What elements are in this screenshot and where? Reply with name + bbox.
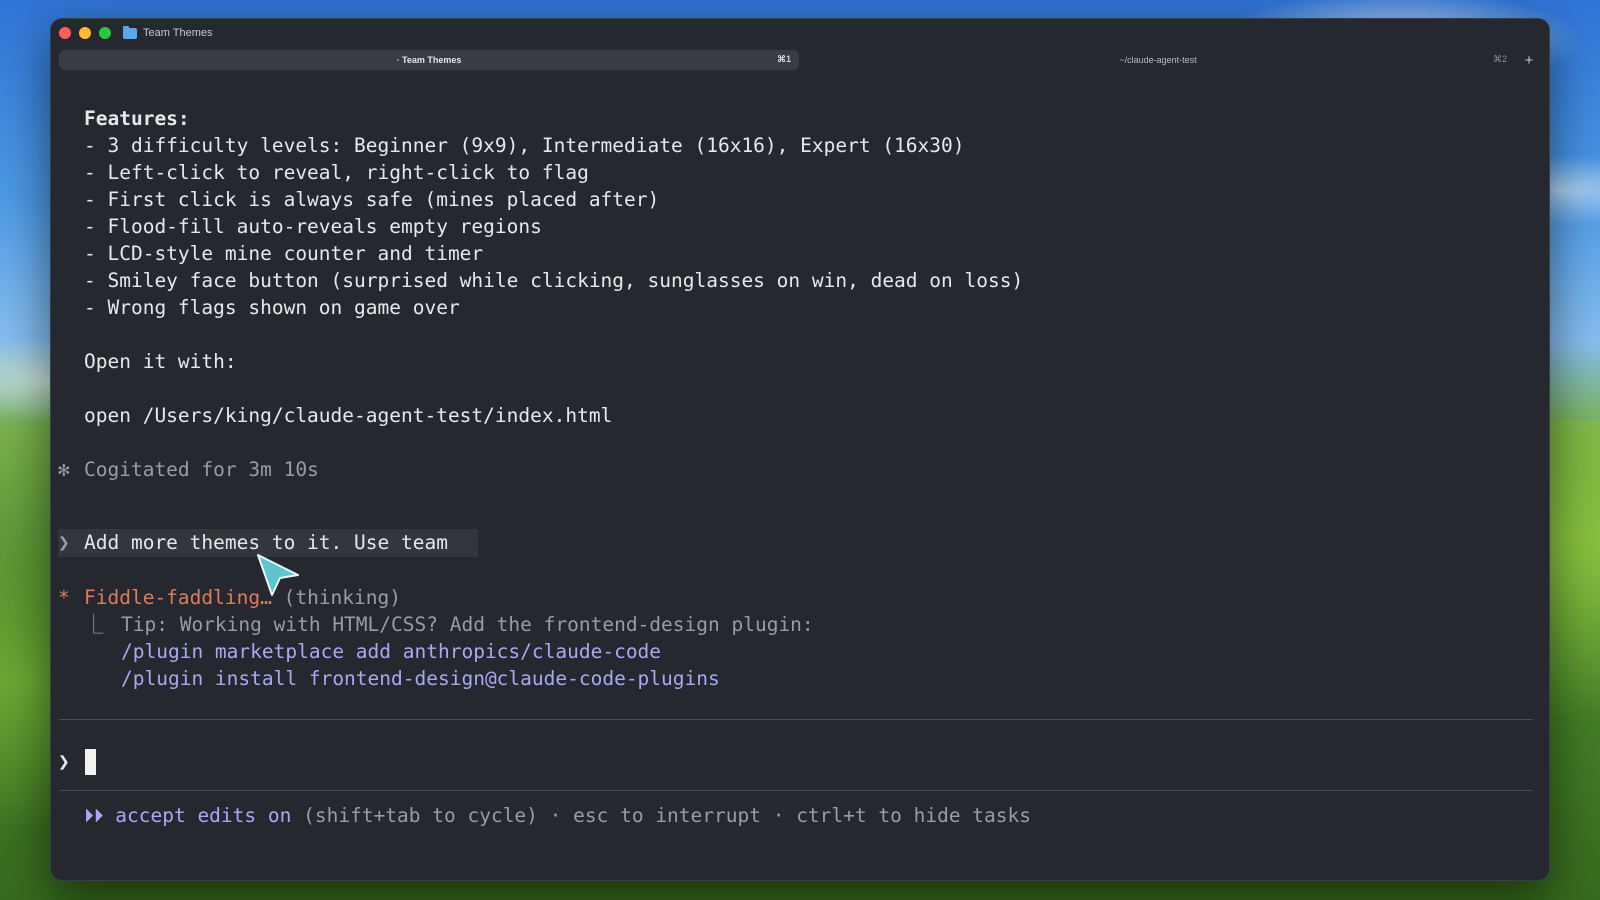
user-prompt: Add more themes to it. Use team — [84, 531, 448, 554]
footer-hint: (shift+tab to cycle) · esc to interrupt … — [291, 804, 1031, 827]
open-command: open /Users/king/claude-agent-test/index… — [84, 404, 613, 427]
cogitated-glyph: ✻ — [58, 458, 70, 481]
activity-label: Fiddle-faddling… — [84, 586, 272, 609]
input-marker: ❯ — [58, 750, 70, 773]
input-divider-bottom — [59, 790, 1533, 791]
input-divider-top — [59, 719, 1533, 720]
mode-footer: ⏵⏵ accept edits on (shift+tab to cycle) … — [84, 804, 1031, 828]
terminal-output: Features: - 3 difficulty levels: Beginne… — [51, 19, 1549, 880]
feature-line: - Wrong flags shown on game over — [84, 296, 460, 319]
tip-command[interactable]: /plugin install frontend-design@claude-c… — [121, 667, 720, 691]
mouse-pointer-icon — [257, 554, 299, 596]
terminal-window: Team Themes · Team Themes ⌘1 ~/claude-ag… — [50, 18, 1550, 881]
feature-line: - LCD-style mine counter and timer — [84, 242, 484, 265]
fast-forward-icon: ⏵⏵ — [84, 804, 104, 827]
prompt-marker: ❯ — [58, 531, 70, 554]
tip-command[interactable]: /plugin marketplace add anthropics/claud… — [121, 640, 661, 664]
tip-text: Tip: Working with HTML/CSS? Add the fron… — [121, 613, 814, 636]
feature-line: - Left-click to reveal, right-click to f… — [84, 161, 589, 184]
tip-branch: ⎿ — [84, 613, 104, 636]
cogitated-status: Cogitated for 3m 10s — [84, 458, 319, 481]
feature-line: - 3 difficulty levels: Beginner (9x9), I… — [84, 134, 965, 157]
accept-edits-toggle[interactable]: accept edits on — [115, 804, 291, 827]
feature-line: - First click is always safe (mines plac… — [84, 188, 660, 211]
thinking-status: Fiddle-faddling… (thinking) — [84, 586, 401, 610]
features-heading: Features: — [84, 107, 190, 130]
feature-line: - Flood-fill auto-reveals empty regions — [84, 215, 542, 238]
thinking-glyph: * — [58, 586, 70, 609]
feature-line: - Smiley face button (surprised while cl… — [84, 269, 1024, 292]
text-caret — [85, 749, 96, 775]
open-label: Open it with: — [84, 350, 237, 373]
